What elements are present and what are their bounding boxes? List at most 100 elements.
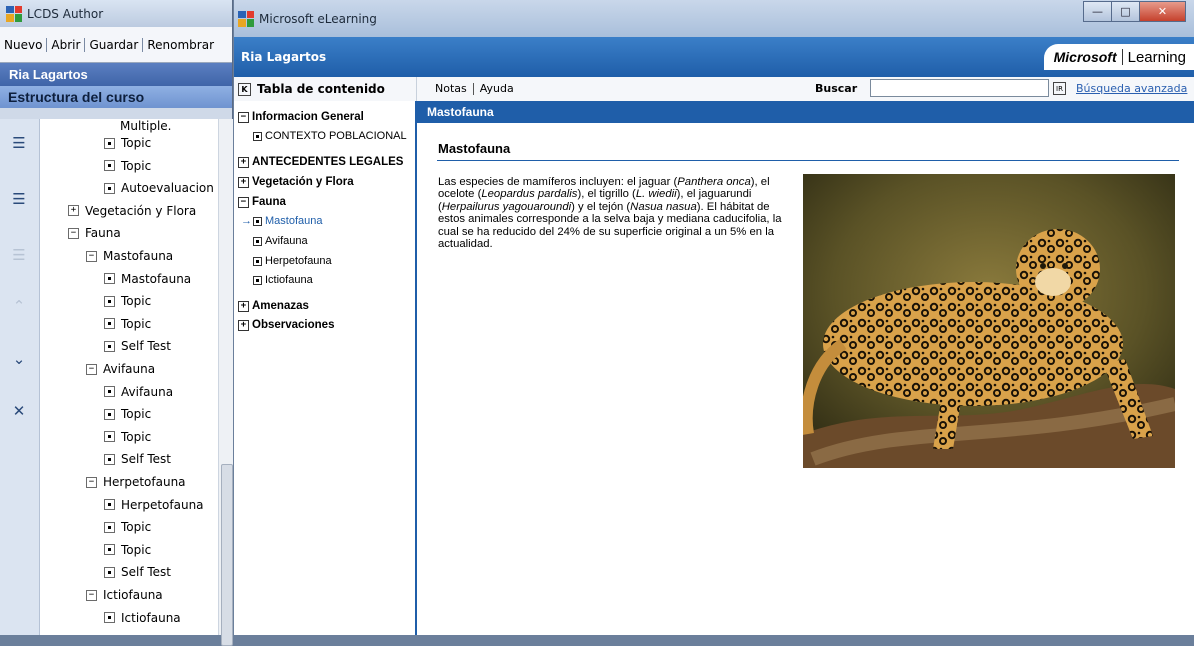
- lcds-course-title: Ria Lagartos: [0, 63, 232, 86]
- collapse-icon[interactable]: −: [86, 250, 97, 262]
- topic-icon: [104, 521, 115, 533]
- lcds-title: LCDS Author: [27, 6, 104, 21]
- expand-icon[interactable]: +: [238, 300, 249, 312]
- toc-item[interactable]: − Informacion General: [238, 111, 364, 123]
- minimize-button[interactable]: —: [1083, 1, 1112, 22]
- toc-item[interactable]: Ictiofauna: [253, 274, 313, 286]
- tree-item[interactable]: + Vegetación y Flora: [68, 201, 196, 221]
- species-name: Nasua nasua: [630, 200, 697, 213]
- tree-item[interactable]: − Ictiofauna: [86, 585, 163, 605]
- toc-item[interactable]: + Vegetación y Flora: [238, 176, 354, 188]
- lcds-menubar: Nuevo Abrir Guardar Renombrar: [0, 27, 232, 63]
- tree-item-label: Topic: [121, 158, 152, 173]
- expand-icon[interactable]: +: [238, 319, 249, 331]
- maximize-button[interactable]: □: [1111, 1, 1140, 22]
- toc-item[interactable]: + Observaciones: [238, 319, 334, 331]
- collapse-icon[interactable]: −: [238, 111, 249, 123]
- tree-item[interactable]: Autoevaluacion: [104, 178, 214, 198]
- tree-item-label: Mastofauna: [103, 249, 174, 263]
- species-name: Herpailurus yagouaroundi: [441, 200, 572, 213]
- collapse-icon[interactable]: −: [86, 589, 97, 601]
- collapse-icon[interactable]: −: [86, 363, 97, 375]
- menu-guardar[interactable]: Guardar: [85, 37, 144, 52]
- search-input[interactable]: [870, 79, 1049, 97]
- topic-icon: [104, 137, 115, 149]
- tree-item[interactable]: Mastofauna: [104, 269, 191, 289]
- menu-abrir[interactable]: Abrir: [47, 37, 86, 52]
- advanced-search-link[interactable]: Búsqueda avanzada: [1076, 82, 1187, 95]
- notes-link[interactable]: Notas: [431, 82, 471, 95]
- delete-icon[interactable]: ✕: [7, 399, 31, 423]
- add-topic-icon[interactable]: ☰: [7, 131, 31, 155]
- tree-scrollbar[interactable]: [218, 119, 233, 646]
- search-go-button[interactable]: IR: [1053, 82, 1066, 95]
- tree-item[interactable]: Avifauna: [104, 382, 173, 402]
- content-pane: Mastofauna Mastofauna Las especies de ma…: [417, 101, 1194, 635]
- elearning-titlebar[interactable]: Microsoft eLearning — □ ✕: [234, 0, 1194, 37]
- lcds-author-window: LCDS Author Nuevo Abrir Guardar Renombra…: [0, 0, 233, 646]
- close-button[interactable]: ✕: [1139, 1, 1186, 22]
- topic-icon: [104, 318, 115, 330]
- tree-item[interactable]: Self Test: [104, 336, 171, 356]
- course-header: Ria Lagartos Microsoft Learning: [234, 37, 1194, 77]
- tree-item[interactable]: Topic: [104, 404, 151, 424]
- toc-item[interactable]: Avifauna: [253, 235, 308, 247]
- toc-item[interactable]: CONTEXTO POBLACIONAL: [253, 130, 407, 142]
- menu-renombrar[interactable]: Renombrar: [143, 38, 218, 52]
- tree-item-label: Self Test: [121, 339, 172, 354]
- expand-icon[interactable]: +: [238, 176, 249, 188]
- tree-item-label: Topic: [121, 294, 152, 309]
- toc-item-label: Informacion General: [252, 111, 364, 123]
- tree-item-label: Topic: [121, 542, 152, 557]
- toc-item-label: Vegetación y Flora: [252, 176, 354, 188]
- topic-icon: [104, 408, 115, 420]
- tree-item[interactable]: Topic: [104, 540, 151, 560]
- tree-item-label: Self Test: [121, 565, 172, 580]
- tree-item[interactable]: Topic: [104, 291, 151, 311]
- collapse-icon[interactable]: −: [238, 196, 249, 208]
- topic-icon: [104, 499, 115, 511]
- toc-item[interactable]: + Amenazas: [238, 300, 309, 312]
- toc-item-label: Amenazas: [252, 300, 309, 312]
- expand-icon[interactable]: +: [238, 156, 249, 168]
- add-subtopic-icon[interactable]: ☰: [7, 187, 31, 211]
- page-icon: [253, 256, 262, 266]
- expand-icon[interactable]: +: [68, 205, 79, 217]
- toc-item[interactable]: Herpetofauna: [253, 255, 332, 267]
- toc-item-label: ANTECEDENTES LEGALES: [252, 156, 404, 168]
- tree-item-label: Topic: [121, 407, 152, 422]
- tree-item[interactable]: Self Test: [104, 562, 171, 582]
- tree-item[interactable]: Self Test: [104, 449, 171, 469]
- tree-item[interactable]: Topic: [104, 517, 151, 537]
- toc-header[interactable]: K Tabla de contenido: [234, 77, 417, 101]
- toc-item[interactable]: → Mastofauna: [241, 215, 322, 227]
- toc-item[interactable]: − Fauna: [238, 196, 286, 208]
- tree-item[interactable]: − Herpetofauna: [86, 472, 186, 492]
- help-link[interactable]: Ayuda: [476, 82, 518, 95]
- move-down-icon[interactable]: ⌄: [7, 347, 31, 371]
- page-icon: [253, 236, 262, 246]
- tree-item[interactable]: − Fauna: [68, 223, 121, 243]
- jaguar-image: [803, 174, 1175, 468]
- tree-item[interactable]: Topic: [104, 427, 151, 447]
- page-icon: [253, 131, 262, 141]
- collapse-icon[interactable]: −: [86, 476, 97, 488]
- menu-nuevo[interactable]: Nuevo: [0, 37, 48, 52]
- tree-item[interactable]: Ictiofauna: [104, 608, 181, 628]
- move-up-icon[interactable]: ⌃: [7, 294, 31, 318]
- toc-item-label: Mastofauna: [265, 215, 323, 227]
- tree-item[interactable]: − Avifauna: [86, 359, 155, 379]
- tree-item[interactable]: Topic: [104, 156, 151, 176]
- toc-toggle-icon[interactable]: K: [238, 82, 251, 96]
- tree-item[interactable]: − Mastofauna: [86, 246, 173, 266]
- toc-item[interactable]: + ANTECEDENTES LEGALES: [238, 156, 403, 168]
- tree-item[interactable]: Topic: [104, 133, 151, 153]
- tree-item[interactable]: Herpetofauna: [104, 495, 204, 515]
- lcds-titlebar[interactable]: LCDS Author: [0, 0, 232, 27]
- tree-item-label: Avifauna: [121, 384, 174, 399]
- collapse-icon[interactable]: −: [68, 227, 79, 239]
- tree-item-label: Topic: [121, 316, 152, 331]
- scrollbar-thumb[interactable]: [221, 464, 233, 646]
- tree-item[interactable]: Topic: [104, 314, 151, 334]
- insert-icon[interactable]: ☰: [7, 243, 31, 267]
